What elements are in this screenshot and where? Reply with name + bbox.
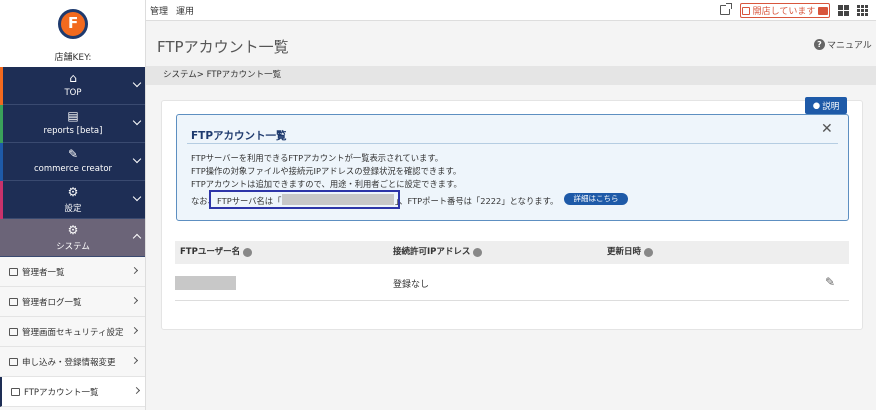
sidebar-item-label: commerce creator (33, 164, 113, 174)
sidebar-item-label: TOP (64, 88, 82, 98)
fs-logo[interactable] (58, 9, 88, 39)
highlight-box (209, 190, 400, 209)
table-row: 登録なし ✎ (175, 264, 849, 301)
users-icon (9, 267, 18, 276)
sidebar-sub-admin-log[interactable]: 管理者ログ一覧 (0, 287, 145, 317)
divider (187, 143, 838, 144)
edit-pencil-icon[interactable]: ✎ (825, 275, 835, 289)
sidebar-item-top[interactable]: ⌂ TOP (0, 67, 145, 105)
manual-link[interactable]: ? マニュアル (814, 38, 872, 51)
page-title: FTPアカウント一覧 (157, 38, 289, 56)
shield-icon (9, 327, 18, 336)
explain-label: 説明 (822, 101, 840, 112)
gear-icon: ⚙ (67, 185, 79, 199)
info-ftp-port-text: 」、FTPポート番号は「2222」となります。 (395, 196, 559, 206)
chevron-down-icon (132, 116, 142, 126)
store-icon (741, 6, 750, 15)
color-stripe (0, 105, 3, 143)
sort-icon[interactable] (644, 248, 654, 257)
chevron-down-icon (132, 78, 142, 88)
breadcrumb: システム> FTPアカウント一覧 (146, 66, 876, 85)
chart-icon: ▤ (67, 109, 79, 123)
store-open-status-button[interactable]: 開店しています (740, 3, 830, 18)
chevron-right-icon (130, 356, 139, 365)
column-header-label: FTPユーザー名 (180, 247, 241, 257)
color-stripe (0, 67, 3, 105)
wrench-icon: ✎ (67, 147, 79, 161)
redacted-username (175, 276, 236, 290)
home-icon: ⌂ (69, 71, 77, 85)
log-icon (9, 297, 18, 306)
sidebar-sub-ftp-accounts[interactable]: FTPアカウント一覧 (0, 377, 145, 407)
sidebar-item-label: システム (56, 242, 90, 252)
chevron-right-icon (130, 326, 139, 335)
sidebar-sub-registration[interactable]: 申し込み・登録情報変更 (0, 347, 145, 377)
apps-grid-icon[interactable] (857, 5, 868, 16)
info-line: FTP操作の対象ファイルや接続元IPアドレスの登録状況を確認できます。 (191, 166, 462, 176)
chevron-down-icon (132, 192, 142, 202)
column-header-label: 更新日時 (607, 247, 642, 257)
sidebar-sub-label: 管理画面セキュリティ設定 (22, 327, 124, 338)
sidebar-sub-security[interactable]: 管理画面セキュリティ設定 (0, 317, 145, 347)
sort-icon[interactable] (473, 248, 483, 257)
info-line: FTPアカウントは追加できますので、用途・利用者ごとに設定できます。 (191, 179, 462, 189)
info-line: FTPサーバーを利用できるFTPアカウントが一覧表示されています。 (191, 153, 444, 163)
chevron-right-icon (130, 296, 139, 305)
chevron-right-icon (132, 386, 141, 395)
explain-button[interactable]: ● 説明 (805, 97, 847, 114)
sidebar-sub-label: 管理者ログ一覧 (22, 297, 82, 308)
question-icon: ? (814, 39, 825, 50)
external-link-icon[interactable] (720, 3, 732, 15)
menu-kanri[interactable]: 管理 (150, 4, 168, 17)
sidebar-sub-admin-list[interactable]: 管理者一覧 (0, 257, 145, 287)
color-stripe (0, 143, 3, 181)
column-header-label: 接続許可IPアドレス (393, 247, 471, 257)
chevron-down-icon (132, 154, 142, 164)
column-header-updated[interactable]: 更新日時 (607, 241, 654, 264)
store-key-label: 店舗KEY: (54, 53, 92, 63)
sidebar-item-label: reports [beta] (43, 126, 103, 136)
pin-icon: ● (812, 100, 821, 111)
sidebar-brand: 店舗KEY: (0, 0, 145, 67)
detail-button[interactable]: 詳細はこちら (564, 193, 628, 205)
chevron-right-icon (130, 266, 139, 275)
sidebar: 店舗KEY: ⌂ TOP ▤ reports [beta] ✎ commerce… (0, 0, 146, 410)
gear-icon: ⚙ (67, 223, 79, 237)
sidebar-item-label: 設定 (64, 204, 82, 214)
sidebar-item-commerce-creator[interactable]: ✎ commerce creator (0, 143, 145, 181)
table-header: FTPユーザー名 接続許可IPアドレス 更新日時 (175, 241, 849, 264)
store-open-status-label: 開店しています (752, 7, 816, 17)
close-icon[interactable]: ✕ (821, 121, 833, 137)
sidebar-item-system[interactable]: ⚙ システム (0, 219, 145, 257)
status-badge-icon (818, 6, 829, 15)
server-icon (11, 387, 20, 396)
sidebar-item-settings[interactable]: ⚙ 設定 (0, 181, 145, 219)
ip-cell: 登録なし (393, 280, 430, 290)
sort-icon[interactable] (243, 248, 253, 257)
sidebar-sub-label: 管理者一覧 (22, 267, 65, 278)
column-header-user[interactable]: FTPユーザー名 (180, 241, 253, 264)
id-card-icon (9, 357, 18, 366)
sidebar-item-reports[interactable]: ▤ reports [beta] (0, 105, 145, 143)
column-header-ip[interactable]: 接続許可IPアドレス (393, 241, 483, 264)
sidebar-sub-label: FTPアカウント一覧 (24, 387, 99, 398)
sidebar-sub-label: 申し込み・登録情報変更 (22, 357, 116, 368)
manual-label: マニュアル (827, 41, 872, 51)
info-title: FTPアカウント一覧 (191, 130, 287, 142)
dashboard-grid-icon[interactable] (838, 5, 849, 16)
menu-unyou[interactable]: 運用 (176, 4, 194, 17)
top-menu: 管理 運用 (146, 0, 194, 21)
